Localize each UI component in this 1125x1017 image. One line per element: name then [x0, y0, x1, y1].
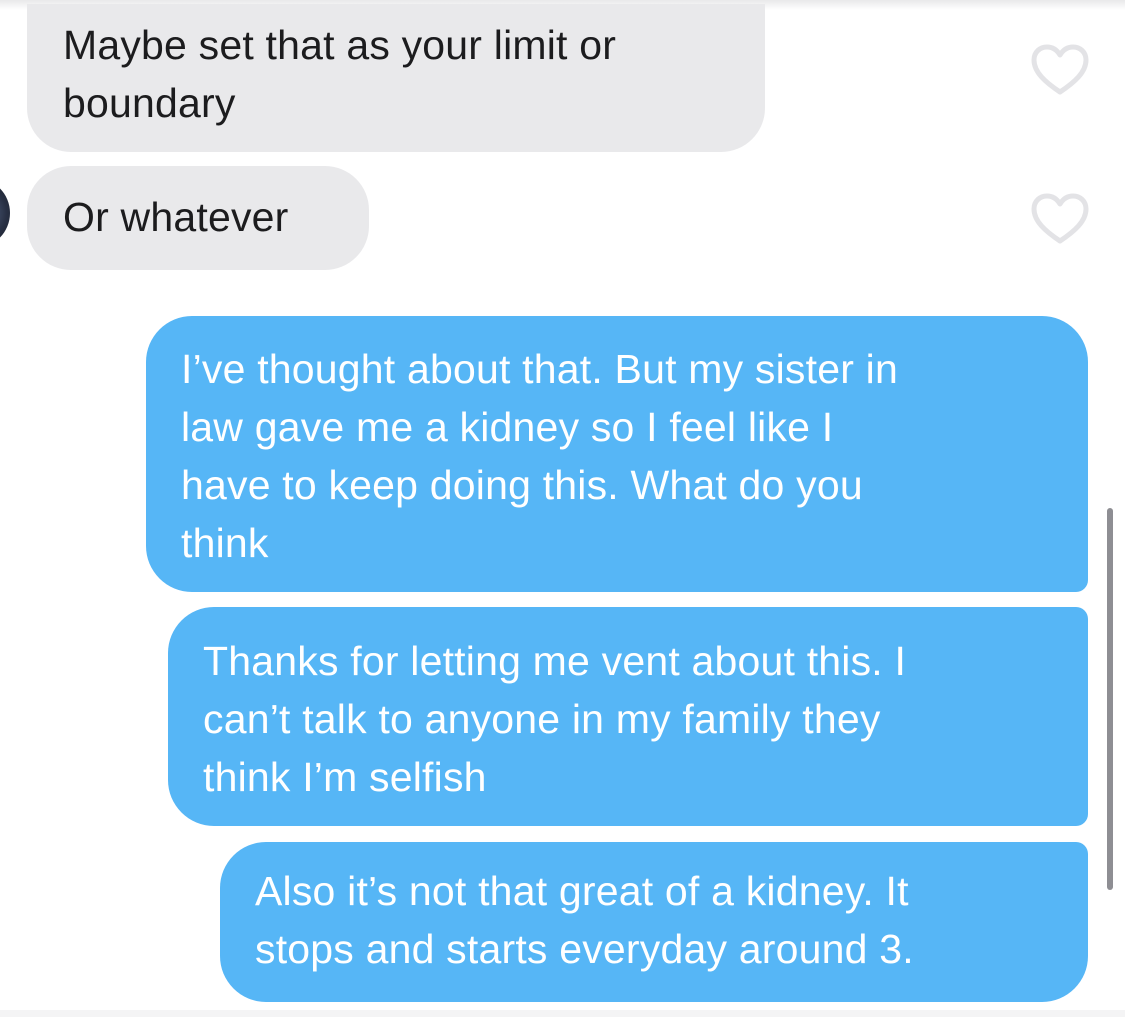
contact-avatar[interactable] — [0, 178, 10, 248]
scrollbar[interactable] — [1107, 508, 1113, 890]
outgoing-message[interactable]: I’ve thought about that. But my sister i… — [146, 316, 1088, 592]
outgoing-message[interactable]: Also it’s not that great of a kidney. It… — [220, 842, 1088, 1002]
bottom-edge — [0, 1010, 1125, 1017]
incoming-message[interactable]: Maybe set that as your limit or boundary — [27, 4, 765, 152]
heart-outline-icon[interactable] — [1031, 44, 1089, 96]
outgoing-message[interactable]: Thanks for letting me vent about this. I… — [168, 607, 1088, 826]
heart-outline-icon[interactable] — [1031, 193, 1089, 245]
incoming-message[interactable]: Or whatever — [27, 166, 369, 270]
